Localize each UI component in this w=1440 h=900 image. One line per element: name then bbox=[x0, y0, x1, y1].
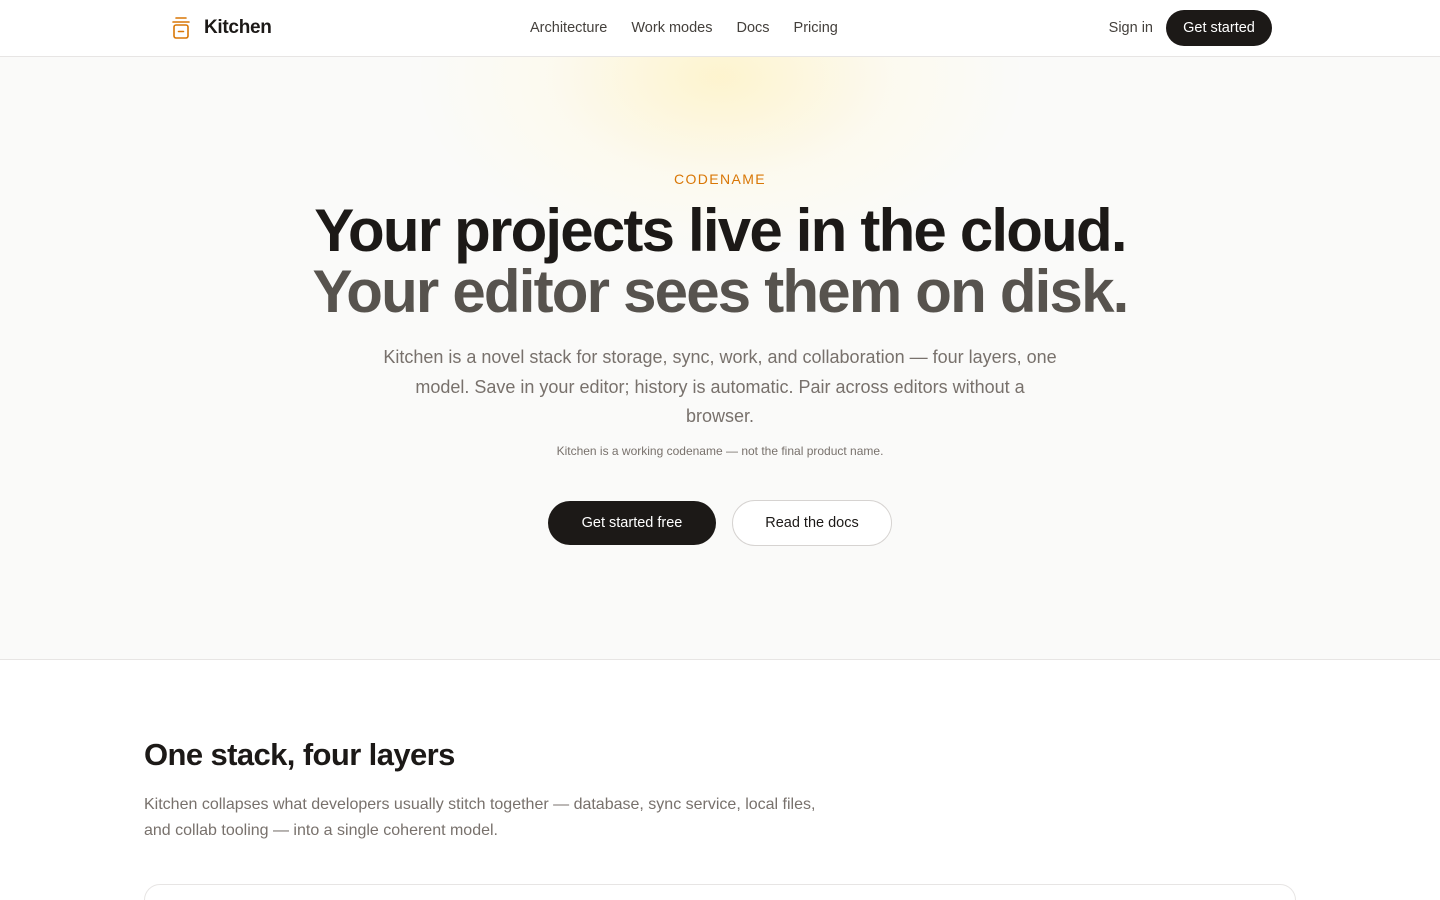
brand-name: Kitchen bbox=[204, 17, 272, 38]
hero-lede: Kitchen is a novel stack for storage, sy… bbox=[383, 347, 1057, 426]
hero-eyebrow: CODENAME bbox=[673, 171, 767, 187]
stack-title: One stack, four layers bbox=[144, 737, 455, 772]
hero-headline-line-1: Your projects live in the cloud. bbox=[314, 197, 1127, 264]
pot-icon bbox=[172, 17, 190, 39]
sign-in-link[interactable]: Sign in bbox=[1109, 0, 1153, 56]
codename-note: Kitchen is a working codename — not the … bbox=[556, 444, 884, 458]
site-header: Kitchen Architecture Work modes Docs Pri… bbox=[0, 0, 1440, 57]
layers-card bbox=[144, 884, 1296, 900]
read-docs-button[interactable]: Read the docs bbox=[732, 500, 892, 546]
get-started-button[interactable]: Get started bbox=[1166, 10, 1272, 46]
nav-link-architecture[interactable]: Architecture bbox=[530, 20, 607, 36]
nav-link-pricing[interactable]: Pricing bbox=[794, 20, 838, 36]
nav-link-docs[interactable]: Docs bbox=[737, 20, 770, 36]
hero-headline-line-2: Your editor sees them on disk. bbox=[312, 258, 1129, 325]
nav-link-work-modes[interactable]: Work modes bbox=[631, 20, 712, 36]
stack-lede: Kitchen collapses what developers usuall… bbox=[144, 796, 816, 839]
brand-link[interactable]: Kitchen bbox=[170, 14, 272, 42]
get-started-free-button[interactable]: Get started free bbox=[548, 501, 716, 545]
hero-section: CODENAME Your projects live in the cloud… bbox=[0, 57, 1440, 660]
main-nav: Architecture Work modes Docs Pricing bbox=[530, 0, 838, 56]
hero-cta-row: Get started free Read the docs bbox=[548, 500, 892, 546]
